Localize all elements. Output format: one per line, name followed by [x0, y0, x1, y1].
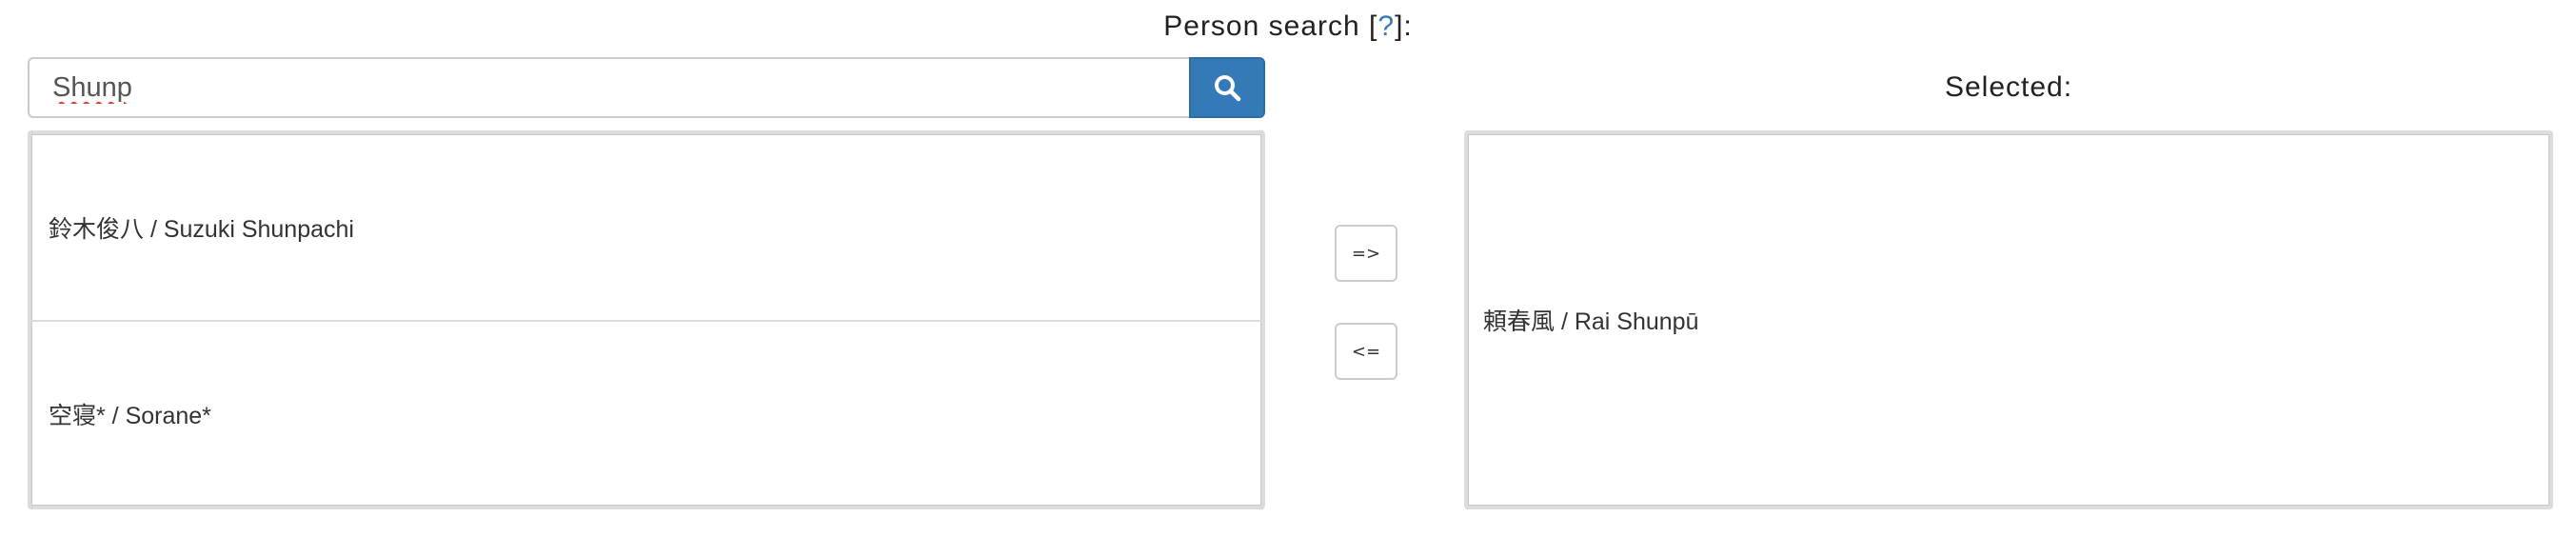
selected-label: 頼春風 / Rai Shunpū [1483, 308, 1699, 335]
search-input[interactable] [30, 59, 1189, 116]
selected-heading: Selected: [1944, 71, 2073, 103]
search-icon [1215, 75, 1241, 102]
list-item[interactable]: 頼春風 / Rai Shunpū [1483, 134, 1699, 506]
add-selected-button[interactable]: => [1335, 225, 1397, 282]
search-button[interactable] [1189, 57, 1265, 118]
list-item[interactable]: 鈴木俊八 / Suzuki Shunpachi [31, 134, 1261, 320]
help-open-bracket: [ [1369, 10, 1378, 42]
selected-list[interactable]: 頼春風 / Rai Shunpū [1464, 130, 2553, 509]
list-item[interactable]: 空寝* / Sorane* [31, 320, 1261, 506]
page-title-text: Person search [1163, 10, 1360, 42]
remove-selected-button[interactable]: <= [1335, 323, 1397, 380]
search-results-list[interactable]: 鈴木俊八 / Suzuki Shunpachi 空寝* / Sorane* [28, 130, 1265, 509]
help-link[interactable]: ? [1377, 10, 1395, 42]
result-label: 鈴木俊八 / Suzuki Shunpachi [49, 215, 354, 243]
page-title: Person search [?]: [0, 6, 2576, 48]
search-field[interactable] [28, 57, 1189, 118]
help-close-bracket: ]: [1395, 10, 1413, 42]
result-label: 空寝* / Sorane* [49, 402, 211, 429]
